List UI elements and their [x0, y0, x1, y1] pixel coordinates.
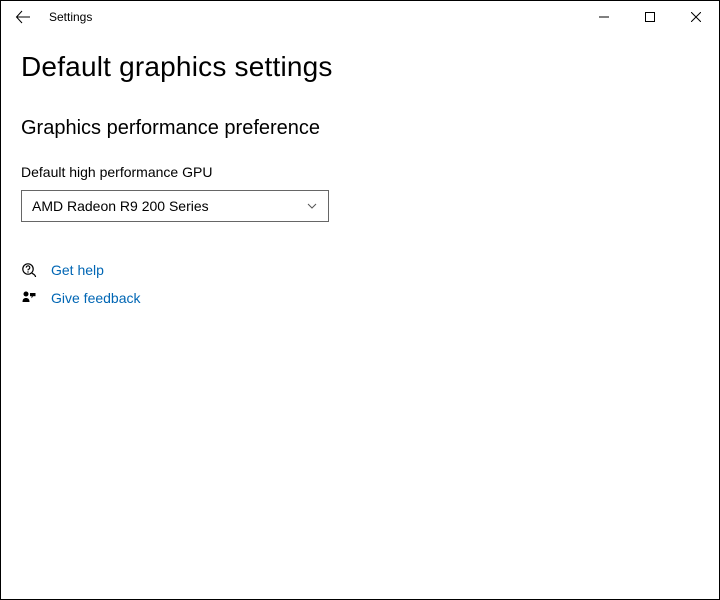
gpu-dropdown[interactable]: AMD Radeon R9 200 Series [21, 190, 329, 222]
footer-links: Get help Give feedback [21, 262, 699, 306]
feedback-icon [21, 290, 37, 306]
maximize-button[interactable] [627, 1, 673, 33]
arrow-left-icon [15, 9, 31, 25]
back-button[interactable] [1, 1, 45, 33]
close-icon [691, 12, 701, 22]
page-title: Default graphics settings [21, 51, 699, 83]
chevron-down-icon [306, 200, 318, 212]
close-button[interactable] [673, 1, 719, 33]
section-title: Graphics performance preference [21, 117, 699, 140]
gpu-dropdown-value: AMD Radeon R9 200 Series [32, 198, 209, 214]
get-help-row: Get help [21, 262, 699, 278]
window-controls [581, 1, 719, 33]
help-icon [21, 262, 37, 278]
minimize-button[interactable] [581, 1, 627, 33]
gpu-field-label: Default high performance GPU [21, 164, 699, 180]
give-feedback-link[interactable]: Give feedback [51, 290, 141, 306]
get-help-link[interactable]: Get help [51, 262, 104, 278]
window-title: Settings [49, 10, 92, 24]
minimize-icon [599, 12, 609, 22]
give-feedback-row: Give feedback [21, 290, 699, 306]
titlebar: Settings [1, 1, 719, 33]
content-area: Default graphics settings Graphics perfo… [1, 33, 719, 599]
settings-window: Settings Default graphics settings [0, 0, 720, 600]
maximize-icon [645, 12, 655, 22]
